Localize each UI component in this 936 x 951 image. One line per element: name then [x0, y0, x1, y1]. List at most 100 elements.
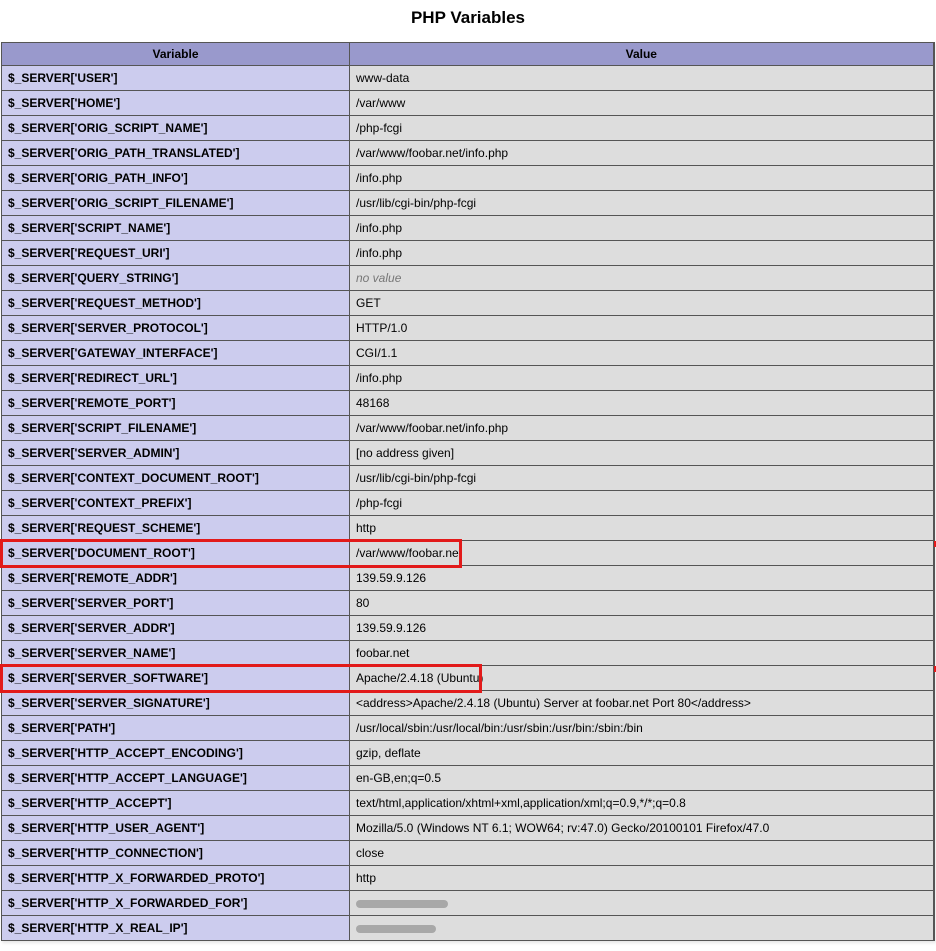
variable-name: $_SERVER['ORIG_PATH_INFO']: [2, 166, 350, 191]
variable-name: $_SERVER['SERVER_SIGNATURE']: [2, 691, 350, 716]
variable-name: $_SERVER['SCRIPT_FILENAME']: [2, 416, 350, 441]
table-row: $_SERVER['DOCUMENT_ROOT']/var/www/foobar…: [2, 541, 935, 566]
variable-name: $_SERVER['SERVER_ADDR']: [2, 616, 350, 641]
table-row: $_SERVER['HTTP_X_FORWARDED_FOR']: [2, 891, 935, 916]
variable-value: HTTP/1.0: [350, 316, 934, 341]
variable-value: /var/www: [350, 91, 934, 116]
variable-value: 80: [350, 591, 934, 616]
php-variables-table: Variable Value $_SERVER['USER']www-data$…: [1, 42, 935, 941]
variable-name: $_SERVER['REQUEST_URI']: [2, 241, 350, 266]
variable-value: /usr/lib/cgi-bin/php-fcgi: [350, 466, 934, 491]
variable-value: [350, 916, 934, 941]
variable-value: 48168: [350, 391, 934, 416]
table-row: $_SERVER['REQUEST_URI']/info.php: [2, 241, 935, 266]
variable-name: $_SERVER['ORIG_PATH_TRANSLATED']: [2, 141, 350, 166]
redacted-value: [356, 925, 436, 933]
table-row: $_SERVER['SERVER_SIGNATURE']<address>Apa…: [2, 691, 935, 716]
variable-name: $_SERVER['SERVER_PROTOCOL']: [2, 316, 350, 341]
variable-name: $_SERVER['GATEWAY_INTERFACE']: [2, 341, 350, 366]
variable-name: $_SERVER['REQUEST_METHOD']: [2, 291, 350, 316]
variable-name: $_SERVER['SCRIPT_NAME']: [2, 216, 350, 241]
variable-value: /usr/lib/cgi-bin/php-fcgi: [350, 191, 934, 216]
variable-value: <address>Apache/2.4.18 (Ubuntu) Server a…: [350, 691, 934, 716]
variable-value: 139.59.9.126: [350, 616, 934, 641]
table-row: $_SERVER['REDIRECT_URL']/info.php: [2, 366, 935, 391]
table-row: $_SERVER['HTTP_ACCEPT_ENCODING']gzip, de…: [2, 741, 935, 766]
table-row: $_SERVER['CONTEXT_DOCUMENT_ROOT']/usr/li…: [2, 466, 935, 491]
variable-name: $_SERVER['SERVER_NAME']: [2, 641, 350, 666]
table-row: $_SERVER['ORIG_PATH_TRANSLATED']/var/www…: [2, 141, 935, 166]
table-row: $_SERVER['HTTP_USER_AGENT']Mozilla/5.0 (…: [2, 816, 935, 841]
table-row: $_SERVER['REMOTE_PORT']48168: [2, 391, 935, 416]
table-row: $_SERVER['ORIG_PATH_INFO']/info.php: [2, 166, 935, 191]
variable-value: [no address given]: [350, 441, 934, 466]
table-row: $_SERVER['HOME']/var/www: [2, 91, 935, 116]
variable-name: $_SERVER['HTTP_ACCEPT']: [2, 791, 350, 816]
table-row: $_SERVER['SERVER_ADMIN'][no address give…: [2, 441, 935, 466]
redacted-value: [356, 900, 448, 908]
variable-value: http: [350, 516, 934, 541]
variable-name: $_SERVER['CONTEXT_DOCUMENT_ROOT']: [2, 466, 350, 491]
table-row: $_SERVER['HTTP_X_REAL_IP']: [2, 916, 935, 941]
variable-value: /info.php: [350, 366, 934, 391]
variable-value: gzip, deflate: [350, 741, 934, 766]
variable-value: /usr/local/sbin:/usr/local/bin:/usr/sbin…: [350, 716, 934, 741]
variable-value: /info.php: [350, 166, 934, 191]
variable-value: foobar.net: [350, 641, 934, 666]
variable-value: http: [350, 866, 934, 891]
variable-value: /var/www/foobar.net: [350, 541, 934, 566]
table-row: $_SERVER['REQUEST_SCHEME']http: [2, 516, 935, 541]
variable-name: $_SERVER['CONTEXT_PREFIX']: [2, 491, 350, 516]
variable-name: $_SERVER['HTTP_X_FORWARDED_FOR']: [2, 891, 350, 916]
variable-value: Apache/2.4.18 (Ubuntu): [350, 666, 934, 691]
variable-value: close: [350, 841, 934, 866]
variable-value: /php-fcgi: [350, 116, 934, 141]
variable-value: no value: [350, 266, 934, 291]
variable-value: [350, 891, 934, 916]
variable-name: $_SERVER['USER']: [2, 66, 350, 91]
table-header-row: Variable Value: [2, 43, 935, 66]
variable-name: $_SERVER['QUERY_STRING']: [2, 266, 350, 291]
variable-value: 139.59.9.126: [350, 566, 934, 591]
table-row: $_SERVER['ORIG_SCRIPT_NAME']/php-fcgi: [2, 116, 935, 141]
variable-value: /php-fcgi: [350, 491, 934, 516]
table-row: $_SERVER['SERVER_PORT']80: [2, 591, 935, 616]
table-row: $_SERVER['SCRIPT_FILENAME']/var/www/foob…: [2, 416, 935, 441]
table-row: $_SERVER['GATEWAY_INTERFACE']CGI/1.1: [2, 341, 935, 366]
variable-name: $_SERVER['SERVER_PORT']: [2, 591, 350, 616]
variable-name: $_SERVER['SERVER_ADMIN']: [2, 441, 350, 466]
variable-name: $_SERVER['HTTP_ACCEPT_LANGUAGE']: [2, 766, 350, 791]
variable-name: $_SERVER['REDIRECT_URL']: [2, 366, 350, 391]
table-row: $_SERVER['REMOTE_ADDR']139.59.9.126: [2, 566, 935, 591]
variable-name: $_SERVER['HTTP_ACCEPT_ENCODING']: [2, 741, 350, 766]
variable-name: $_SERVER['HOME']: [2, 91, 350, 116]
table-row: $_SERVER['HTTP_ACCEPT']text/html,applica…: [2, 791, 935, 816]
variable-name: $_SERVER['PATH']: [2, 716, 350, 741]
table-row: $_SERVER['SERVER_PROTOCOL']HTTP/1.0: [2, 316, 935, 341]
variable-value: /var/www/foobar.net/info.php: [350, 416, 934, 441]
variable-name: $_SERVER['REMOTE_ADDR']: [2, 566, 350, 591]
column-header-variable: Variable: [2, 43, 350, 66]
variable-value: CGI/1.1: [350, 341, 934, 366]
table-row: $_SERVER['HTTP_ACCEPT_LANGUAGE']en-GB,en…: [2, 766, 935, 791]
variable-name: $_SERVER['REQUEST_SCHEME']: [2, 516, 350, 541]
variable-name: $_SERVER['HTTP_CONNECTION']: [2, 841, 350, 866]
table-row: $_SERVER['HTTP_X_FORWARDED_PROTO']http: [2, 866, 935, 891]
variable-name: $_SERVER['ORIG_SCRIPT_FILENAME']: [2, 191, 350, 216]
table-row: $_SERVER['SERVER_ADDR']139.59.9.126: [2, 616, 935, 641]
table-row: $_SERVER['SERVER_SOFTWARE']Apache/2.4.18…: [2, 666, 935, 691]
table-row: $_SERVER['CONTEXT_PREFIX']/php-fcgi: [2, 491, 935, 516]
table-row: $_SERVER['QUERY_STRING'] no value: [2, 266, 935, 291]
variable-name: $_SERVER['DOCUMENT_ROOT']: [2, 541, 350, 566]
table-row: $_SERVER['USER']www-data: [2, 66, 935, 91]
variable-value: text/html,application/xhtml+xml,applicat…: [350, 791, 934, 816]
variable-value: /info.php: [350, 241, 934, 266]
variable-name: $_SERVER['HTTP_X_REAL_IP']: [2, 916, 350, 941]
variable-value: Mozilla/5.0 (Windows NT 6.1; WOW64; rv:4…: [350, 816, 934, 841]
variable-value: www-data: [350, 66, 934, 91]
variable-name: $_SERVER['SERVER_SOFTWARE']: [2, 666, 350, 691]
no-value: no value: [356, 271, 401, 285]
table-row: $_SERVER['ORIG_SCRIPT_FILENAME']/usr/lib…: [2, 191, 935, 216]
page-title: PHP Variables: [0, 8, 936, 28]
variable-value: GET: [350, 291, 934, 316]
